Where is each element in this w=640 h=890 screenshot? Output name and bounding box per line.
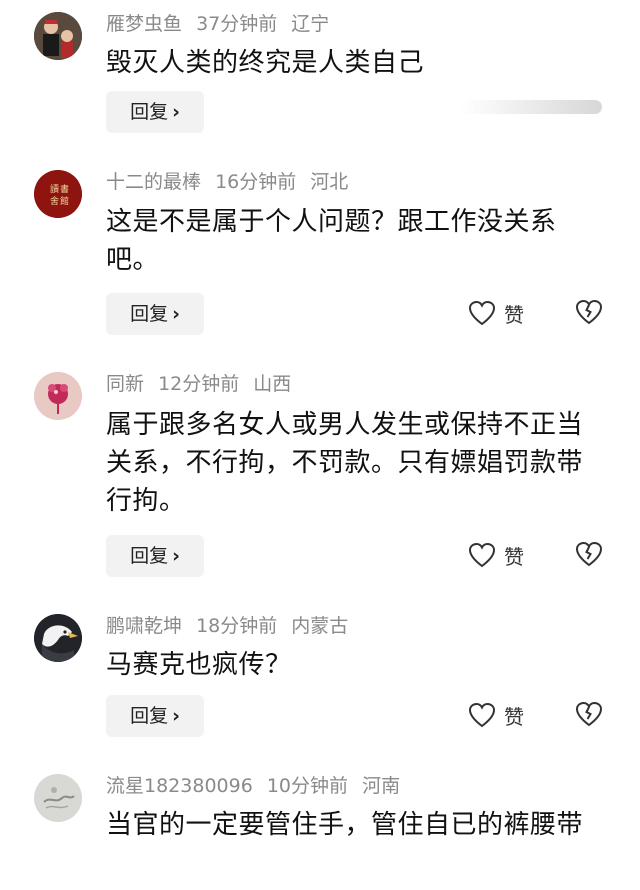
horizontal-scrollbar[interactable] <box>460 100 602 114</box>
broken-heart-icon <box>575 299 603 325</box>
timestamp: 16分钟前 <box>215 171 297 193</box>
comment-text: 属于跟多名女人或男人发生或保持不正当关系，不行拘，不罚款。只有嫖娼罚款带行拘。 <box>106 410 584 516</box>
svg-text:書: 書 <box>60 183 69 195</box>
avatar[interactable]: 讀 書 舍 館 <box>34 170 82 218</box>
like-button[interactable]: 赞 <box>468 298 524 328</box>
comment-text: 毁灭人类的终究是人类自己 <box>106 48 425 78</box>
heart-outline-icon <box>468 542 496 568</box>
comment-text: 当官的一定要管住手，管住自已的裤腰带 <box>106 810 584 840</box>
heart-outline-icon <box>468 702 496 728</box>
reply-label: 回复 <box>130 303 169 325</box>
username[interactable]: 流星182380096 <box>106 775 253 797</box>
location: 河南 <box>362 775 401 797</box>
username[interactable]: 鹏啸乾坤 <box>106 615 182 637</box>
reply-label: 回复 <box>130 101 169 123</box>
timestamp: 12分钟前 <box>158 373 240 395</box>
avatar[interactable] <box>34 12 82 60</box>
avatar[interactable] <box>34 774 82 822</box>
username[interactable]: 十二的最棒 <box>106 171 201 193</box>
svg-text:館: 館 <box>60 195 69 207</box>
like-button[interactable]: 赞 <box>468 700 524 730</box>
reply-button[interactable]: 回复 › <box>106 695 204 737</box>
chevron-right-icon: › <box>172 545 180 567</box>
location: 辽宁 <box>291 13 330 35</box>
timestamp: 10分钟前 <box>266 775 349 797</box>
dislike-button[interactable] <box>574 540 604 570</box>
like-label: 赞 <box>504 704 524 729</box>
comment-meta: 流星182380096 10分钟前 河南 <box>106 774 408 798</box>
comment-text: 这是不是属于个人问题？跟工作没关系吧。 <box>106 207 557 275</box>
username[interactable]: 雁梦虫鱼 <box>106 13 182 35</box>
reply-label: 回复 <box>130 545 169 567</box>
avatar[interactable] <box>34 614 82 662</box>
chevron-right-icon: › <box>172 303 180 325</box>
reply-button[interactable]: 回复 › <box>106 91 204 133</box>
broken-heart-icon <box>575 701 603 727</box>
broken-heart-icon <box>575 541 603 567</box>
timestamp: 18分钟前 <box>196 615 278 637</box>
comment-meta: 同新 12分钟前 山西 <box>106 372 299 396</box>
reply-label: 回复 <box>130 705 169 727</box>
location: 山西 <box>253 373 292 395</box>
comment-meta: 雁梦虫鱼 37分钟前 辽宁 <box>106 12 337 36</box>
avatar[interactable] <box>34 372 82 420</box>
chevron-right-icon: › <box>172 705 180 727</box>
svg-text:舍: 舍 <box>50 195 59 207</box>
comment-meta: 十二的最棒 16分钟前 河北 <box>106 170 356 194</box>
heart-outline-icon <box>468 300 496 326</box>
like-label: 赞 <box>504 544 524 569</box>
reply-button[interactable]: 回复 › <box>106 535 204 577</box>
dislike-button[interactable] <box>574 700 604 730</box>
chevron-right-icon: › <box>172 101 180 123</box>
comment-meta: 鹏啸乾坤 18分钟前 内蒙古 <box>106 614 356 638</box>
comment-text: 马赛克也疯传？ <box>106 650 292 680</box>
username[interactable]: 同新 <box>106 373 144 395</box>
location: 内蒙古 <box>291 615 349 637</box>
svg-text:讀: 讀 <box>50 183 59 195</box>
location: 河北 <box>310 171 349 193</box>
like-button[interactable]: 赞 <box>468 540 524 570</box>
like-label: 赞 <box>504 302 524 327</box>
timestamp: 37分钟前 <box>196 13 278 35</box>
dislike-button[interactable] <box>574 298 604 328</box>
reply-button[interactable]: 回复 › <box>106 293 204 335</box>
